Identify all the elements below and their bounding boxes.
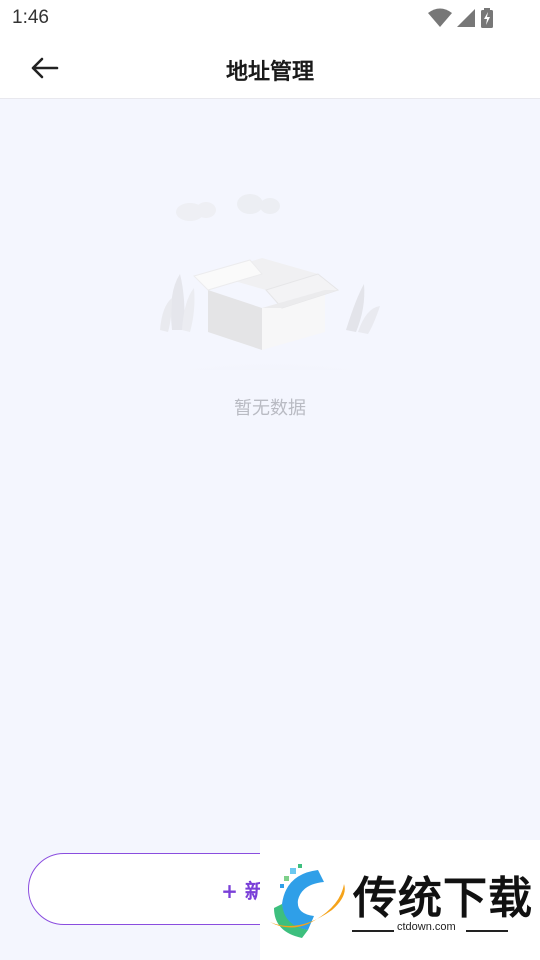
empty-box-icon	[110, 194, 430, 370]
add-address-label: + 新	[221, 878, 265, 903]
battery-charging-icon	[481, 8, 493, 28]
status-time: 1:46	[12, 7, 49, 28]
watermark-url: ctdown.com	[397, 921, 456, 933]
watermark-rule-left	[352, 930, 394, 932]
ctdown-logo-icon	[270, 864, 345, 938]
watermark: 传统下载 ctdown.com	[260, 840, 540, 960]
empty-state-text: 暂无数据	[234, 398, 306, 419]
watermark-title: 传统下载	[353, 873, 533, 924]
watermark-rule-right	[466, 930, 508, 932]
signal-icon	[457, 9, 475, 27]
wifi-icon	[428, 8, 452, 27]
page-title: 地址管理	[225, 60, 314, 85]
status-bar: 1:46	[0, 0, 540, 38]
top-app-bar: 地址管理	[0, 38, 540, 99]
